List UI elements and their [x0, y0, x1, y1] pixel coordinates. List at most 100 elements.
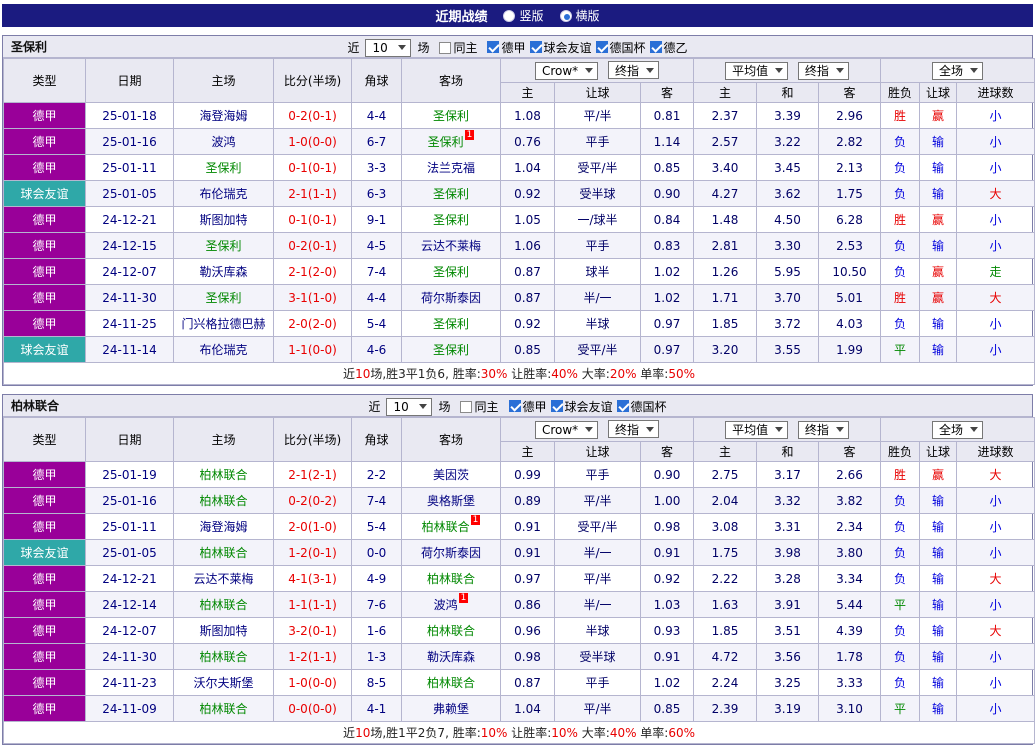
- team-link[interactable]: 柏林联合: [427, 572, 475, 586]
- home-team-cell[interactable]: 海登海姆: [173, 102, 274, 129]
- team-link[interactable]: 圣保利: [205, 291, 241, 305]
- league-filter[interactable]: 德甲: [508, 398, 547, 415]
- home-team-cell[interactable]: 布伦瑞克: [173, 336, 274, 363]
- away-team-cell[interactable]: 法兰克福: [401, 154, 501, 181]
- same-home-filter[interactable]: 同主: [460, 398, 499, 415]
- away-team-cell[interactable]: 弗赖堡: [401, 695, 501, 722]
- home-team-cell[interactable]: 布伦瑞克: [173, 180, 274, 207]
- same-home-filter[interactable]: 同主: [439, 39, 477, 56]
- same-home-checkbox[interactable]: [460, 400, 473, 413]
- away-team-cell[interactable]: 荷尔斯泰因: [401, 539, 501, 566]
- away-team-cell[interactable]: 圣保利: [401, 336, 501, 363]
- away-team-cell[interactable]: 奥格斯堡: [401, 487, 501, 514]
- home-team-cell[interactable]: 圣保利: [173, 284, 274, 311]
- away-team-cell[interactable]: 勒沃库森: [401, 643, 501, 670]
- away-team-cell[interactable]: 波鸿 1: [401, 591, 501, 618]
- team-link[interactable]: 圣保利: [428, 135, 464, 149]
- home-team-cell[interactable]: 云达不莱梅: [173, 565, 274, 592]
- team-link[interactable]: 海登海姆: [199, 109, 247, 123]
- team-link[interactable]: 圣保利: [433, 187, 469, 201]
- team-link[interactable]: 柏林联合: [422, 520, 470, 534]
- home-team-cell[interactable]: 柏林联合: [173, 591, 274, 618]
- scope-select[interactable]: 全场: [932, 61, 984, 80]
- team-link[interactable]: 柏林联合: [427, 624, 475, 638]
- team-link[interactable]: 圣保利: [433, 343, 469, 357]
- team-link[interactable]: 柏林联合: [199, 598, 247, 612]
- league-filter[interactable]: 球会友谊: [550, 398, 613, 415]
- team-link[interactable]: 勒沃库森: [427, 650, 475, 664]
- away-team-cell[interactable]: 圣保利: [401, 310, 501, 337]
- league-filter[interactable]: 德乙: [649, 39, 688, 56]
- home-team-cell[interactable]: 柏林联合: [173, 539, 274, 566]
- home-team-cell[interactable]: 柏林联合: [173, 487, 274, 514]
- team-link[interactable]: 斯图加特: [199, 624, 247, 638]
- team-link[interactable]: 圣保利: [433, 213, 469, 227]
- team-link[interactable]: 柏林联合: [199, 494, 247, 508]
- team-link[interactable]: 圣保利: [433, 265, 469, 279]
- team-link[interactable]: 勒沃库森: [199, 265, 247, 279]
- asia-time-select[interactable]: 终指: [608, 61, 660, 80]
- home-team-cell[interactable]: 斯图加特: [173, 206, 274, 233]
- team-link[interactable]: 圣保利: [205, 239, 241, 253]
- away-team-cell[interactable]: 柏林联合: [401, 669, 501, 696]
- europe-time-select[interactable]: 终指: [797, 420, 849, 439]
- team-link[interactable]: 云达不莱梅: [421, 239, 481, 253]
- radio-icon[interactable]: [503, 9, 516, 22]
- europe-time-select[interactable]: 终指: [797, 61, 849, 80]
- match-count-select[interactable]: 10: [386, 397, 433, 416]
- radio-selected-icon[interactable]: [559, 9, 572, 22]
- away-team-cell[interactable]: 圣保利 1: [401, 128, 501, 155]
- away-team-cell[interactable]: 柏林联合 1: [401, 513, 501, 540]
- home-team-cell[interactable]: 门兴格拉德巴赫: [173, 310, 274, 337]
- europe-source-select[interactable]: 平均值: [725, 420, 789, 439]
- team-link[interactable]: 云达不莱梅: [193, 572, 253, 586]
- team-link[interactable]: 波鸿: [434, 598, 458, 612]
- team-link[interactable]: 布伦瑞克: [199, 343, 247, 357]
- team-link[interactable]: 柏林联合: [199, 468, 247, 482]
- team-link[interactable]: 圣保利: [205, 161, 241, 175]
- team-link[interactable]: 柏林联合: [427, 676, 475, 690]
- league-checkbox[interactable]: [595, 41, 608, 54]
- away-team-cell[interactable]: 柏林联合: [401, 617, 501, 644]
- league-checkbox[interactable]: [550, 400, 563, 413]
- team-link[interactable]: 法兰克福: [427, 161, 475, 175]
- team-link[interactable]: 柏林联合: [199, 546, 247, 560]
- away-team-cell[interactable]: 圣保利: [401, 180, 501, 207]
- team-link[interactable]: 柏林联合: [199, 650, 247, 664]
- home-team-cell[interactable]: 圣保利: [173, 154, 274, 181]
- team-link[interactable]: 荷尔斯泰因: [421, 546, 481, 560]
- team-link[interactable]: 圣保利: [433, 109, 469, 123]
- scope-select[interactable]: 全场: [932, 420, 984, 439]
- europe-source-select[interactable]: 平均值: [725, 61, 789, 80]
- home-team-cell[interactable]: 沃尔夫斯堡: [173, 669, 274, 696]
- layout-radio-horizontal[interactable]: 横版: [559, 7, 600, 24]
- asia-source-select[interactable]: Crow*: [534, 420, 599, 439]
- league-filter[interactable]: 德甲: [487, 39, 526, 56]
- team-link[interactable]: 柏林联合: [199, 702, 247, 716]
- match-count-select[interactable]: 10: [365, 38, 412, 57]
- home-team-cell[interactable]: 海登海姆: [173, 513, 274, 540]
- league-filter[interactable]: 德国杯: [595, 39, 646, 56]
- home-team-cell[interactable]: 柏林联合: [173, 461, 274, 488]
- league-checkbox[interactable]: [616, 400, 629, 413]
- league-checkbox[interactable]: [649, 41, 662, 54]
- away-team-cell[interactable]: 圣保利: [401, 258, 501, 285]
- asia-source-select[interactable]: Crow*: [534, 61, 599, 80]
- league-filter[interactable]: 球会友谊: [529, 39, 592, 56]
- away-team-cell[interactable]: 美因茨: [401, 461, 501, 488]
- team-link[interactable]: 圣保利: [433, 317, 469, 331]
- team-link[interactable]: 弗赖堡: [433, 702, 469, 716]
- team-link[interactable]: 布伦瑞克: [199, 187, 247, 201]
- team-link[interactable]: 荷尔斯泰因: [421, 291, 481, 305]
- team-link[interactable]: 门兴格拉德巴赫: [181, 317, 265, 331]
- league-checkbox[interactable]: [508, 400, 521, 413]
- away-team-cell[interactable]: 圣保利: [401, 206, 501, 233]
- layout-radio-vertical[interactable]: 竖版: [503, 7, 544, 24]
- same-home-checkbox[interactable]: [439, 41, 452, 54]
- home-team-cell[interactable]: 斯图加特: [173, 617, 274, 644]
- home-team-cell[interactable]: 勒沃库森: [173, 258, 274, 285]
- home-team-cell[interactable]: 柏林联合: [173, 643, 274, 670]
- team-link[interactable]: 波鸿: [211, 135, 235, 149]
- home-team-cell[interactable]: 波鸿: [173, 128, 274, 155]
- team-link[interactable]: 斯图加特: [199, 213, 247, 227]
